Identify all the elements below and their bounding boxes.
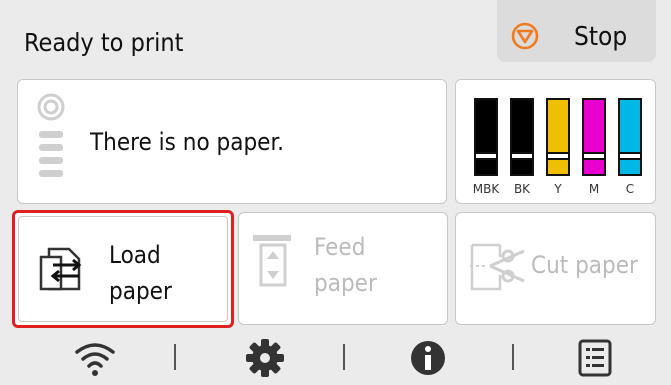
- load-paper-button[interactable]: Load paper: [12, 210, 234, 328]
- load-paper-line1: Load: [109, 241, 161, 269]
- ink-tank-label: BK: [514, 182, 531, 196]
- ink-tank-label: Y: [553, 182, 562, 196]
- feed-paper-label: Feed paper: [314, 229, 377, 301]
- cut-paper-label: Cut paper: [531, 251, 638, 279]
- feed-paper-line2: paper: [314, 269, 377, 297]
- ink-tank-bk: BK: [510, 98, 534, 196]
- wifi-icon[interactable]: [73, 338, 117, 378]
- job-list-icon[interactable]: [577, 338, 613, 378]
- ink-tank-label: M: [589, 182, 599, 196]
- load-paper-label: Load paper: [109, 237, 172, 309]
- settings-gear-icon[interactable]: [245, 338, 285, 378]
- stop-button[interactable]: Stop: [497, 0, 656, 62]
- paper-status-card[interactable]: There is no paper.: [17, 79, 447, 204]
- info-icon[interactable]: [408, 338, 448, 378]
- status-title: Ready to print: [24, 28, 184, 57]
- load-paper-icon: [39, 247, 82, 291]
- feed-paper-button[interactable]: Feed paper: [238, 212, 448, 325]
- cut-paper-button[interactable]: Cut paper: [455, 212, 656, 325]
- nav-divider: [174, 344, 176, 370]
- nav-divider: [343, 344, 345, 370]
- ink-tank-y: Y: [546, 98, 570, 196]
- ink-tank-m: M: [582, 98, 606, 196]
- cut-paper-icon: [470, 243, 525, 291]
- ink-levels-graphic: MBK BK Y M C: [473, 98, 642, 196]
- printer-home-screen: Ready to print Stop There is no paper. M…: [0, 0, 671, 385]
- ink-tank-mbk: MBK: [473, 98, 501, 196]
- ink-tank-c: C: [618, 98, 642, 196]
- stop-icon: [511, 22, 539, 50]
- stop-label: Stop: [574, 22, 628, 52]
- load-paper-line2: paper: [109, 277, 172, 305]
- load-paper-inner: Load paper: [18, 216, 228, 322]
- ink-tank-label: C: [626, 182, 634, 196]
- paper-status-message: There is no paper.: [90, 128, 284, 156]
- paper-roll-icon: [37, 93, 65, 177]
- feed-paper-icon: [253, 235, 291, 287]
- bottom-nav-bar: [0, 332, 671, 385]
- nav-divider: [512, 344, 514, 370]
- ink-tank-label: MBK: [473, 182, 501, 196]
- ink-levels-card[interactable]: MBK BK Y M C: [455, 79, 656, 204]
- feed-paper-line1: Feed: [314, 233, 366, 261]
